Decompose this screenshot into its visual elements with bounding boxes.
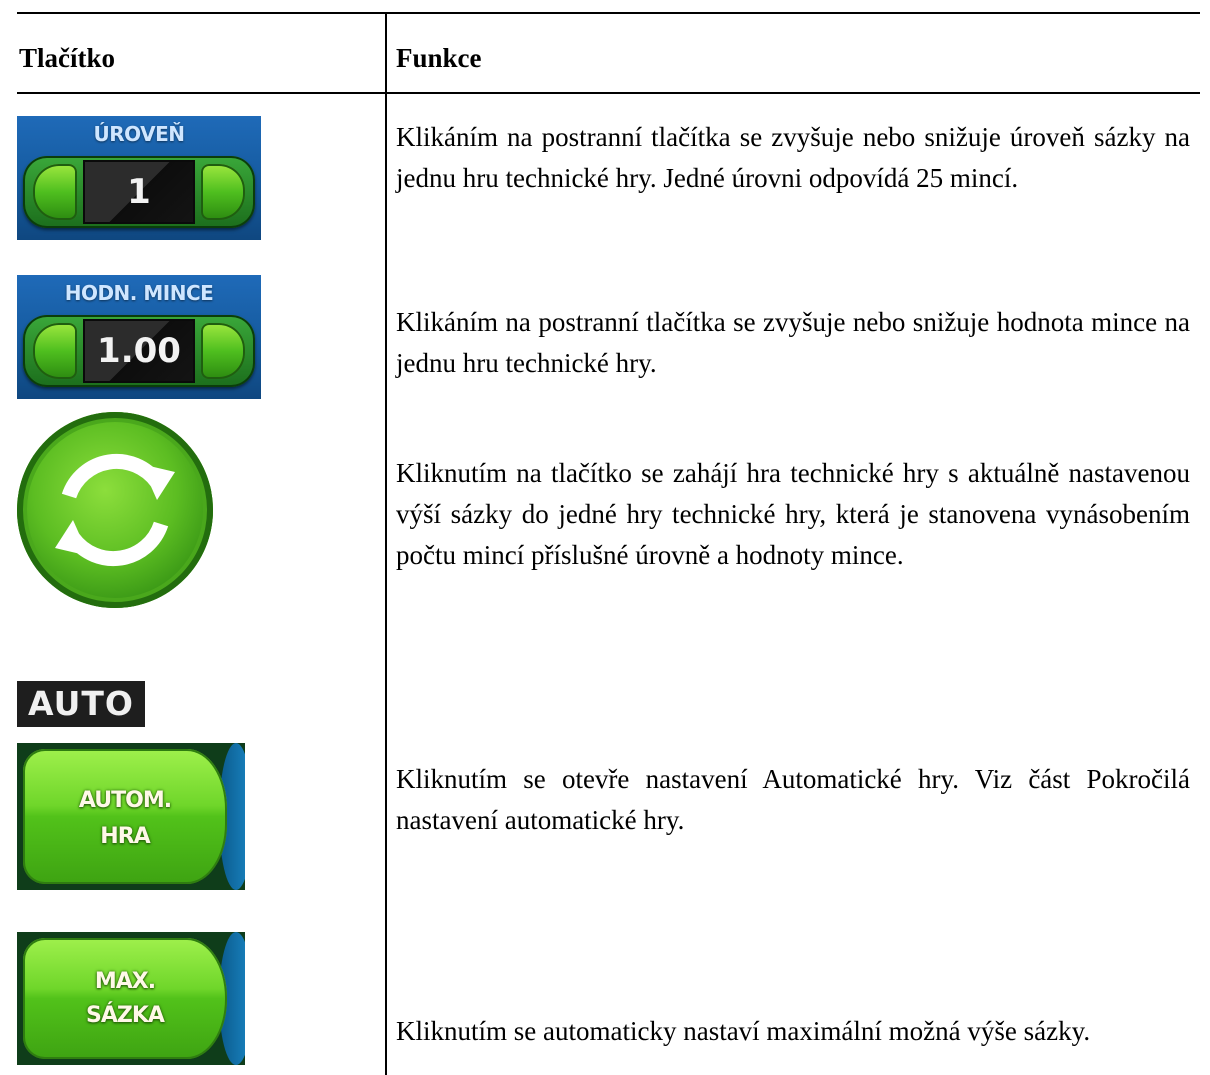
level-stepper-bar: 1 [23, 156, 255, 228]
level-stepper: ÚROVEŇ 1 [17, 116, 261, 240]
max-bet-description: Kliknutím se automaticky nastaví maximál… [396, 1016, 1091, 1046]
coin-value-stepper: HODN. MINCE 1.00 [17, 275, 261, 399]
autoplay-description: Kliknutím se otevře nastavení Automatick… [396, 764, 1190, 835]
decrease-coin-value-button[interactable] [33, 323, 77, 379]
autoplay-button-label-line1: AUTOM. [78, 788, 172, 813]
decrease-level-button[interactable] [33, 164, 77, 220]
table-top-rule [17, 12, 1200, 14]
level-value: 1 [83, 160, 195, 224]
auto-toggle-button[interactable]: AUTO [17, 681, 145, 727]
increase-level-button[interactable] [201, 164, 245, 220]
max-bet-button-label-line2: SÁZKA [86, 1003, 165, 1028]
max-bet-button[interactable]: MAX. SÁZKA [17, 932, 245, 1065]
spin-description: Kliknutím na tlačítko se zahájí hra tech… [396, 458, 1190, 570]
coin-value: 1.00 [83, 319, 195, 383]
column-header-button: Tlačítko [19, 43, 116, 73]
increase-coin-value-button[interactable] [201, 323, 245, 379]
autoplay-button[interactable]: AUTOM. HRA [17, 743, 245, 890]
spin-button[interactable] [17, 412, 213, 608]
autoplay-button-label-line2: HRA [100, 824, 150, 849]
coin-value-description: Klikáním na postranní tlačítka se zvyšuj… [396, 307, 1190, 378]
coin-value-stepper-bar: 1.00 [23, 315, 255, 387]
table-column-divider [385, 12, 387, 1075]
max-bet-button-label-line1: MAX. [94, 969, 156, 994]
table-header-rule [17, 92, 1200, 94]
level-description: Klikáním na postranní tlačítka se zvyšuj… [396, 122, 1190, 193]
coin-value-stepper-label: HODN. MINCE [64, 281, 214, 305]
column-header-function: Funkce [396, 43, 482, 73]
spin-arrows-icon [55, 453, 175, 567]
level-stepper-label: ÚROVEŇ [93, 122, 185, 146]
